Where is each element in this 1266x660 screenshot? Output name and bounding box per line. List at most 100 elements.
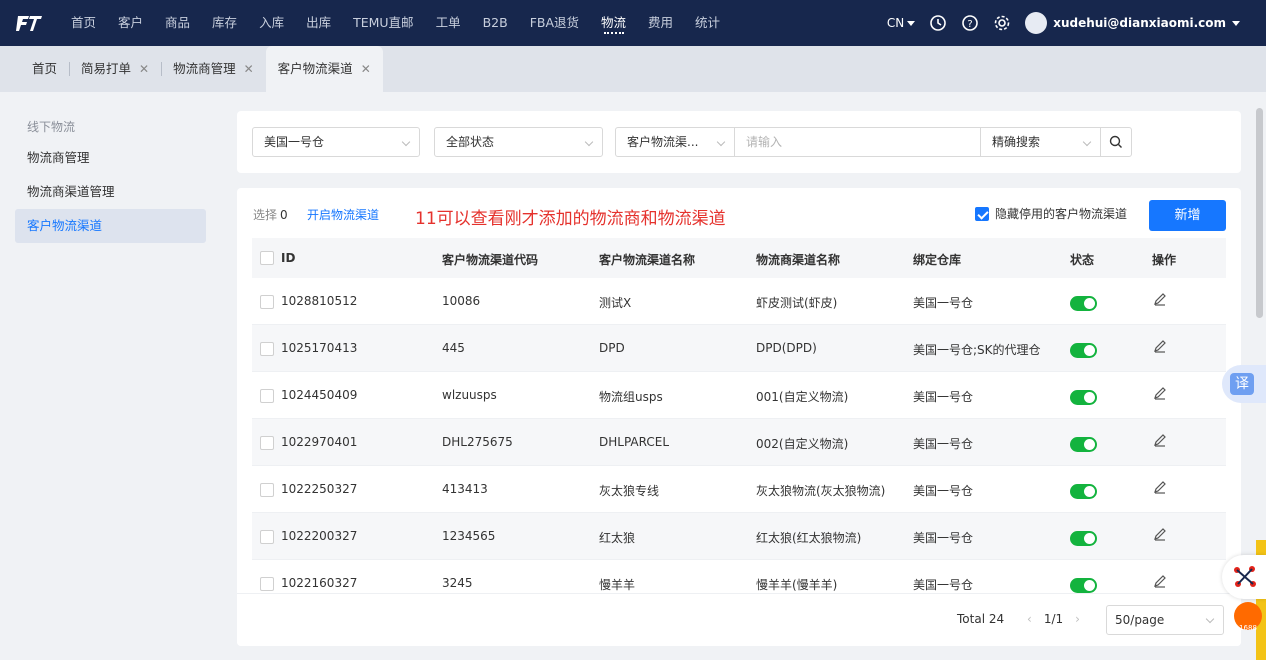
tab-label: 简易打单 <box>81 61 132 76</box>
ali-1688-widget[interactable]: 1688 <box>1230 600 1266 640</box>
nav-item-2[interactable]: 商品 <box>154 0 201 46</box>
hide-disabled-label: 隐藏停用的客户物流渠道 <box>995 207 1128 221</box>
chevron-down-icon <box>716 137 726 147</box>
history-icon[interactable] <box>929 14 947 32</box>
status-toggle[interactable] <box>1070 578 1097 593</box>
match-mode-value: 精确搜索 <box>992 135 1041 149</box>
search-input[interactable]: 请输入 <box>734 127 981 157</box>
row-checkbox[interactable] <box>260 342 274 356</box>
cell-provider: 002(自定义物流) <box>756 437 849 451</box>
cell-name: 红太狼 <box>599 531 636 545</box>
row-checkbox[interactable] <box>260 483 274 497</box>
chevron-down-icon <box>1205 614 1215 624</box>
edit-icon[interactable] <box>1153 339 1167 356</box>
cell-name: DPD <box>599 341 625 355</box>
nav-item-10[interactable]: 物流 <box>590 0 637 46</box>
edit-icon[interactable] <box>1153 386 1167 403</box>
user-menu[interactable]: xudehui@dianxiaomi.com <box>1025 12 1240 34</box>
nav-item-7[interactable]: 工单 <box>425 0 472 46</box>
cell-warehouse: 美国一号仓;SK的代理仓 <box>913 343 1041 357</box>
cell-id: 1022970401 <box>281 435 358 449</box>
header-status: 状态 <box>1070 253 1095 267</box>
status-toggle[interactable] <box>1070 296 1097 311</box>
edit-icon[interactable] <box>1153 527 1167 544</box>
cell-provider: DPD(DPD) <box>756 341 817 355</box>
hide-disabled-checkbox[interactable]: 隐藏停用的客户物流渠道 <box>975 205 1127 222</box>
network-icon <box>1234 566 1256 587</box>
nav-item-4[interactable]: 入库 <box>248 0 295 46</box>
search-icon <box>1109 135 1122 148</box>
status-select-value: 全部状态 <box>446 135 495 149</box>
page-size-select[interactable]: 50/page <box>1106 605 1224 635</box>
table-row: 1028810512 10086 测试X 虾皮测试(虾皮) 美国一号仓 <box>252 278 1226 325</box>
select-all-checkbox[interactable] <box>260 251 274 265</box>
header-actions: 操作 <box>1152 253 1177 267</box>
app-logo[interactable] <box>0 0 60 46</box>
tab-0[interactable]: 首页 <box>20 46 69 92</box>
row-checkbox[interactable] <box>260 577 274 591</box>
status-toggle[interactable] <box>1070 437 1097 452</box>
selection-count: 选择 0 <box>253 206 288 223</box>
page-indicator: 1/1 <box>1043 612 1064 626</box>
row-checkbox[interactable] <box>260 389 274 403</box>
cell-id: 1022200327 <box>281 529 358 543</box>
tab-3[interactable]: 客户物流渠道 ✕ <box>265 46 383 92</box>
language-switch[interactable]: CN <box>887 16 916 30</box>
edit-icon[interactable] <box>1153 574 1167 591</box>
close-icon[interactable]: ✕ <box>139 46 149 92</box>
nav-item-11[interactable]: 费用 <box>637 0 684 46</box>
search-button[interactable] <box>1100 127 1132 157</box>
row-checkbox[interactable] <box>260 530 274 544</box>
close-icon[interactable]: ✕ <box>361 46 371 92</box>
status-toggle[interactable] <box>1070 343 1097 358</box>
tab-2[interactable]: 物流商管理 ✕ <box>161 46 266 92</box>
nav-item-0[interactable]: 首页 <box>60 0 107 46</box>
status-select[interactable]: 全部状态 <box>434 127 603 157</box>
nav-item-1[interactable]: 客户 <box>107 0 154 46</box>
match-mode-select[interactable]: 精确搜索 <box>980 127 1101 157</box>
row-checkbox[interactable] <box>260 295 274 309</box>
status-toggle[interactable] <box>1070 390 1097 405</box>
nav-item-12[interactable]: 统计 <box>684 0 731 46</box>
nav-item-9[interactable]: FBA退货 <box>519 0 590 46</box>
enable-channel-link[interactable]: 开启物流渠道 <box>307 206 379 223</box>
assistant-widget[interactable] <box>1222 555 1266 599</box>
edit-icon[interactable] <box>1153 292 1167 309</box>
prev-page-icon[interactable]: ‹ <box>1027 612 1032 626</box>
svg-text:?: ? <box>968 19 973 30</box>
edit-icon[interactable] <box>1153 480 1167 497</box>
sidebar-item-2[interactable]: 客户物流渠道 <box>15 209 206 243</box>
help-icon[interactable]: ? <box>961 14 979 32</box>
cell-code: wlzuusps <box>442 388 497 402</box>
warehouse-select[interactable]: 美国一号仓 <box>252 127 420 157</box>
ali-1688-icon: 1688 <box>1234 602 1262 632</box>
edit-icon[interactable] <box>1153 433 1167 450</box>
table-row: 1024450409 wlzuusps 物流组usps 001(自定义物流) 美国一号仓 <box>252 372 1226 419</box>
search-field-select[interactable]: 客户物流渠... <box>615 127 735 157</box>
nav-item-8[interactable]: B2B <box>472 0 519 46</box>
logo-icon <box>16 16 42 31</box>
tab-label: 客户物流渠道 <box>277 61 353 76</box>
status-toggle[interactable] <box>1070 531 1097 546</box>
nav-item-5[interactable]: 出库 <box>295 0 342 46</box>
total-count: Total 24 <box>957 612 1005 626</box>
nav-item-3[interactable]: 库存 <box>201 0 248 46</box>
next-page-icon[interactable]: › <box>1075 612 1080 626</box>
status-toggle[interactable] <box>1070 484 1097 499</box>
cell-provider: 001(自定义物流) <box>756 390 849 404</box>
table-row: 1022250327 413413 灰太狼专线 灰太狼物流(灰太狼物流) 美国一号仓 <box>252 466 1226 513</box>
sidebar-item-0[interactable]: 物流商管理 <box>15 141 206 175</box>
tab-1[interactable]: 简易打单 ✕ <box>69 46 161 92</box>
cell-code: 1234565 <box>442 529 496 543</box>
page-scrollbar[interactable] <box>1256 108 1263 318</box>
translate-widget[interactable]: 译 <box>1222 365 1266 403</box>
row-checkbox[interactable] <box>260 436 274 450</box>
cell-warehouse: 美国一号仓 <box>913 578 974 592</box>
close-icon[interactable]: ✕ <box>244 46 254 92</box>
sidebar-item-1[interactable]: 物流商渠道管理 <box>15 175 206 209</box>
cell-name: 物流组usps <box>599 390 663 404</box>
nav-item-6[interactable]: TEMU直邮 <box>342 0 424 46</box>
gear-icon[interactable] <box>993 14 1011 32</box>
cell-name: 测试X <box>599 296 632 310</box>
add-button[interactable]: 新增 <box>1149 200 1226 231</box>
